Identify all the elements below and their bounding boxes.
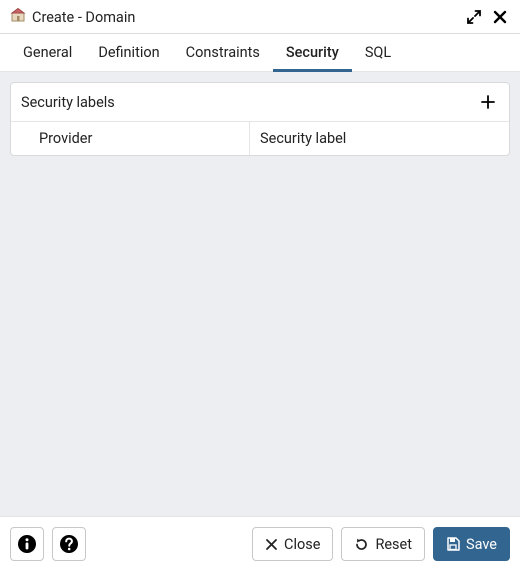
save-button-label: Save — [466, 536, 497, 553]
tabs: General Definition Constraints Security … — [0, 34, 520, 72]
add-security-label-button[interactable] — [477, 91, 499, 113]
close-button[interactable]: Close — [252, 527, 333, 561]
expand-button[interactable] — [464, 7, 484, 27]
tab-sql[interactable]: SQL — [352, 36, 404, 73]
close-button-label: Close — [284, 536, 320, 553]
expand-icon — [467, 10, 481, 24]
column-security-label: Security label — [250, 122, 509, 155]
tab-security[interactable]: Security — [273, 36, 352, 73]
reset-button[interactable]: Reset — [341, 527, 425, 561]
panel-column-headers: Provider Security label — [11, 122, 509, 155]
reset-button-label: Reset — [375, 536, 412, 553]
reset-icon — [354, 537, 369, 552]
tab-general[interactable]: General — [10, 36, 85, 73]
tab-definition[interactable]: Definition — [85, 36, 172, 73]
panel-title: Security labels — [21, 94, 115, 111]
x-icon — [265, 538, 278, 551]
help-icon — [59, 534, 79, 554]
dialog-title: Create - Domain — [32, 9, 135, 26]
dialog-body: Security labels Provider Security label — [0, 72, 520, 516]
security-labels-panel: Security labels Provider Security label — [10, 82, 510, 156]
save-button[interactable]: Save — [433, 527, 510, 561]
tab-constraints[interactable]: Constraints — [173, 36, 273, 73]
dialog-footer: Close Reset Save — [0, 516, 520, 571]
plus-icon — [480, 94, 496, 110]
domain-icon — [10, 7, 26, 27]
info-icon — [17, 534, 37, 554]
help-button[interactable] — [52, 527, 86, 561]
create-domain-dialog: Create - Domain General Definition Const… — [0, 0, 520, 571]
column-provider: Provider — [11, 122, 250, 155]
close-dialog-button[interactable] — [490, 7, 510, 27]
titlebar: Create - Domain — [0, 0, 520, 33]
info-button[interactable] — [10, 527, 44, 561]
save-icon — [446, 537, 460, 551]
close-icon — [493, 10, 507, 24]
panel-header: Security labels — [11, 83, 509, 122]
